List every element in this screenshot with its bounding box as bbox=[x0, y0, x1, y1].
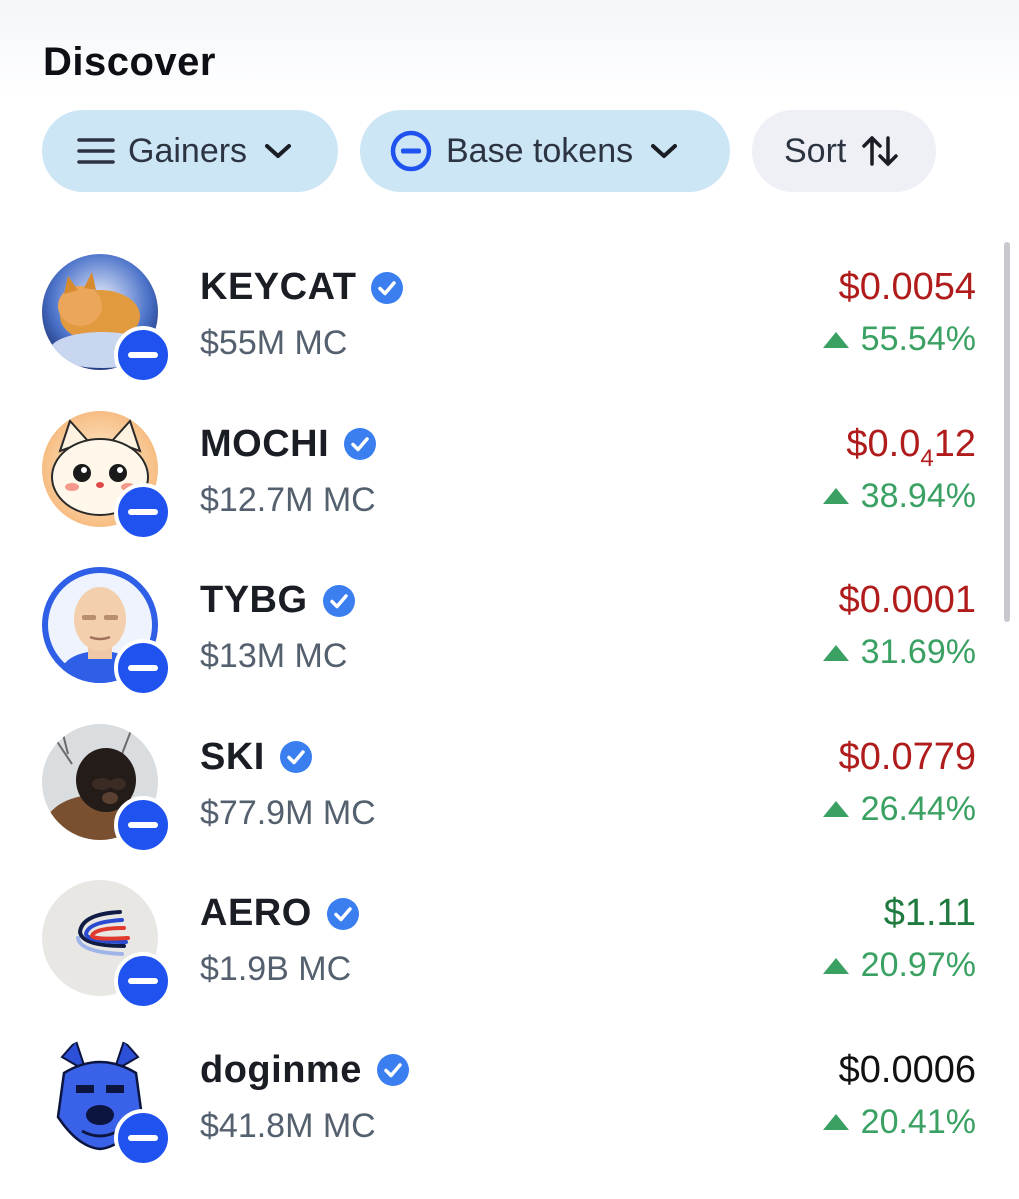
token-row-aero[interactable]: AERO $1.9B MC $1.11 20.97% bbox=[0, 858, 1019, 1015]
base-chain-badge bbox=[114, 795, 172, 854]
gainers-filter-button[interactable]: Gainers bbox=[42, 110, 338, 192]
discover-screen: Discover Gainers Base tokens Sort KEYCAT… bbox=[0, 0, 1019, 1199]
verified-icon bbox=[326, 897, 360, 931]
verified-icon bbox=[279, 740, 313, 774]
token-change-value: 55.54% bbox=[860, 320, 976, 358]
verified-icon bbox=[322, 584, 356, 618]
chevron-down-icon bbox=[263, 141, 293, 161]
token-avatar-group bbox=[42, 254, 174, 384]
token-avatar-group bbox=[42, 567, 174, 697]
token-row-tybg[interactable]: TYBG $13M MC $0.0001 31.69% bbox=[0, 545, 1019, 702]
token-price: $1.11 bbox=[883, 892, 976, 934]
token-change-value: 31.69% bbox=[860, 633, 976, 671]
token-row-keycat[interactable]: KEYCAT $55M MC $0.0054 55.54% bbox=[0, 232, 1019, 389]
token-change-value: 20.97% bbox=[860, 946, 976, 984]
base-chain-badge bbox=[114, 326, 172, 384]
menu-icon bbox=[76, 136, 116, 166]
token-market-cap: $55M MC bbox=[200, 324, 348, 362]
chevron-down-icon bbox=[649, 141, 679, 161]
base-chain-badge bbox=[114, 639, 172, 697]
token-change-value: 20.41% bbox=[860, 1102, 976, 1141]
verified-icon bbox=[370, 271, 404, 305]
token-price: $0.0006 bbox=[838, 1048, 976, 1091]
page-title: Discover bbox=[43, 40, 216, 84]
token-name: MOCHI bbox=[200, 422, 330, 465]
token-row-doginme[interactable]: doginme $41.8M MC $0.0006 20.41% bbox=[0, 1015, 1019, 1172]
sort-arrows-icon bbox=[860, 134, 900, 168]
token-name: SKI bbox=[200, 735, 265, 778]
token-avatar-group bbox=[42, 723, 174, 854]
token-price: $0.0412 bbox=[846, 423, 976, 473]
verified-icon bbox=[376, 1053, 410, 1087]
token-price-subscript: 4 bbox=[920, 444, 934, 472]
token-market-cap: $12.7M MC bbox=[200, 480, 376, 519]
up-triangle-icon bbox=[822, 1114, 849, 1130]
sort-button[interactable]: Sort bbox=[752, 110, 936, 192]
base-chain-badge bbox=[114, 1108, 172, 1167]
token-change: 26.44% bbox=[822, 789, 976, 829]
up-triangle-icon bbox=[822, 801, 849, 817]
token-change: 20.97% bbox=[822, 946, 976, 985]
token-name: TYBG bbox=[200, 579, 308, 621]
base-network-icon bbox=[390, 130, 432, 172]
up-triangle-icon bbox=[822, 644, 849, 661]
gainers-filter-label: Gainers bbox=[128, 131, 248, 170]
up-triangle-icon bbox=[822, 957, 849, 974]
base-chain-badge bbox=[114, 482, 172, 541]
token-market-cap: $1.9B MC bbox=[200, 950, 352, 988]
token-name: AERO bbox=[200, 892, 312, 934]
token-price: $0.0054 bbox=[838, 266, 976, 308]
network-filter-label: Base tokens bbox=[446, 131, 634, 170]
list-scrollbar[interactable] bbox=[1004, 242, 1010, 622]
token-avatar-group bbox=[42, 1036, 174, 1167]
token-list: KEYCAT $55M MC $0.0054 55.54% MOCHI $12.… bbox=[0, 232, 1019, 1171]
token-row-ski[interactable]: SKI $77.9M MC $0.0779 26.44% bbox=[0, 702, 1019, 859]
token-change: 20.41% bbox=[822, 1102, 976, 1142]
token-market-cap: $41.8M MC bbox=[200, 1106, 376, 1145]
token-market-cap: $77.9M MC bbox=[200, 793, 376, 832]
base-chain-badge bbox=[114, 952, 172, 1010]
token-change: 55.54% bbox=[822, 320, 976, 359]
verified-icon bbox=[343, 427, 377, 461]
token-row-mochi[interactable]: MOCHI $12.7M MC $0.0412 38.94% bbox=[0, 389, 1019, 546]
token-avatar-group bbox=[42, 880, 174, 1010]
token-change: 31.69% bbox=[822, 633, 976, 672]
token-price-suffix: 12 bbox=[933, 422, 976, 465]
token-price: $0.0001 bbox=[838, 579, 976, 621]
token-change-value: 38.94% bbox=[860, 476, 976, 515]
sort-label: Sort bbox=[784, 131, 847, 170]
up-triangle-icon bbox=[822, 331, 849, 348]
token-change-value: 26.44% bbox=[860, 789, 976, 828]
up-triangle-icon bbox=[822, 488, 849, 504]
network-filter-button[interactable]: Base tokens bbox=[360, 110, 730, 192]
token-name: KEYCAT bbox=[200, 266, 357, 308]
token-price: $0.0779 bbox=[838, 735, 976, 778]
token-market-cap: $13M MC bbox=[200, 637, 348, 675]
token-price-prefix: $0.0 bbox=[846, 422, 921, 465]
token-avatar-group bbox=[42, 410, 174, 541]
token-name: doginme bbox=[200, 1048, 362, 1091]
token-change: 38.94% bbox=[822, 476, 976, 516]
